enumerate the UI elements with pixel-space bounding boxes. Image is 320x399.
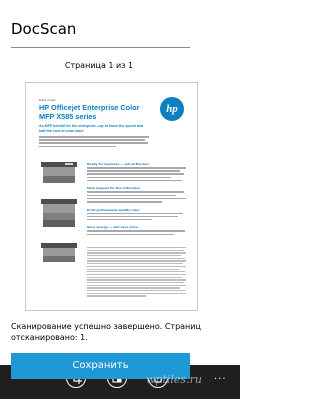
doc-section-heading: Help support for the enterprise [87,186,141,191]
printer-image [41,243,77,262]
watermark: wptiles.ru [146,373,202,386]
doc-subtitle: An MFP behind for the enterprise—up to t… [39,124,144,133]
doc-spec-column: Ready for business — out-of-the-box Help… [87,157,186,237]
scan-preview[interactable]: Data sheet HP Officejet Enterprise Color… [25,82,198,311]
page-counter: Страница 1 из 1 [64,61,134,70]
printer-image [41,162,77,183]
title-divider [11,47,190,48]
app-title: DocScan [11,20,77,38]
printer-images [39,159,81,275]
doc-intro-text [39,136,149,149]
printer-image [41,199,77,227]
hp-logo: hp [160,97,184,121]
document-page: Data sheet HP Officejet Enterprise Color… [32,89,191,304]
more-options-button[interactable]: ... [214,371,227,382]
doc-kicker: Data sheet [39,98,56,102]
doc-section-heading: Save energy — and save more [87,225,138,230]
doc-section-heading: Ready for business — out-of-the-box [87,162,149,166]
doc-title: HP Officejet Enterprise Color MFP X585 s… [39,103,140,121]
scan-status-text: Сканирование успешно завершено. Страниц … [11,322,201,342]
doc-section-heading: Print professional-quality color [87,207,140,212]
doc-fineprint [87,247,186,298]
